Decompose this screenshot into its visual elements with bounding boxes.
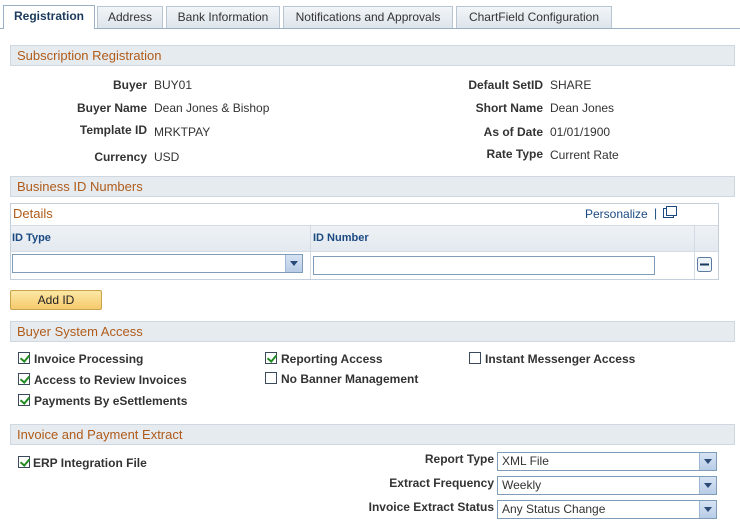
chevron-down-icon[interactable]	[699, 477, 716, 494]
review-invoices-label: Access to Review Invoices	[34, 373, 187, 387]
invoice-extract-status-value: Any Status Change	[502, 502, 606, 516]
invoice-processing-checkbox[interactable]	[18, 352, 30, 364]
grid-header: Details Personalize |	[11, 204, 718, 224]
instant-messenger-access-label: Instant Messenger Access	[485, 352, 636, 366]
no-banner-management-checkbox[interactable]	[265, 372, 277, 384]
report-type-select[interactable]: XML File	[497, 452, 717, 471]
buyer-label: Buyer	[112, 78, 147, 92]
id-type-select[interactable]	[12, 254, 303, 273]
currency-label: Currency	[94, 150, 147, 164]
extract-frequency-label: Extract Frequency	[389, 476, 494, 490]
id-number-column-header[interactable]: ID Number	[313, 232, 369, 244]
invoice-extract-status-select[interactable]: Any Status Change	[497, 500, 717, 519]
tab-bar-divider	[0, 28, 740, 29]
payments-esettlements-checkbox[interactable]	[18, 394, 30, 406]
delete-row-icon[interactable]	[697, 257, 712, 272]
separator-bar: |	[654, 206, 658, 220]
id-type-column-header[interactable]: ID Type	[12, 232, 51, 244]
template-id-value: MRKTPAY	[154, 125, 211, 139]
invoice-extract-status-label: Invoice Extract Status	[368, 500, 494, 514]
tab-address[interactable]: Address	[97, 6, 163, 28]
grid-column-headers: ID Type ID Number	[11, 225, 718, 252]
invoice-processing-label: Invoice Processing	[34, 352, 144, 366]
column-divider	[694, 225, 695, 279]
grid-title: Details	[13, 206, 53, 221]
no-banner-management-label: No Banner Management	[281, 372, 419, 386]
tab-registration[interactable]: Registration	[3, 5, 95, 29]
buyer-value: BUY01	[154, 78, 193, 92]
tab-chartfield-configuration[interactable]: ChartField Configuration	[456, 6, 612, 28]
payments-esettlements-label: Payments By eSettlements	[34, 394, 188, 408]
short-name-value: Dean Jones	[550, 101, 615, 115]
erp-integration-file-label: ERP Integration File	[33, 456, 147, 470]
reporting-access-checkbox[interactable]	[265, 352, 277, 364]
default-setid-value: SHARE	[550, 78, 592, 92]
rate-type-label: Rate Type	[486, 147, 543, 161]
buyer-name-value: Dean Jones & Bishop	[154, 101, 270, 115]
default-setid-label: Default SetID	[468, 78, 543, 92]
tab-bank-information[interactable]: Bank Information	[166, 6, 280, 28]
reporting-access-label: Reporting Access	[281, 352, 383, 366]
rate-type-value: Current Rate	[550, 148, 619, 162]
extract-frequency-select[interactable]: Weekly	[497, 476, 717, 495]
as-of-date-label: As of Date	[483, 125, 543, 139]
tab-notifications-and-approvals[interactable]: Notifications and Approvals	[283, 6, 453, 28]
review-invoices-checkbox[interactable]	[18, 373, 30, 385]
report-type-value: XML File	[502, 454, 549, 468]
template-id-label: Template ID	[79, 123, 147, 137]
add-id-button[interactable]: Add ID	[10, 290, 102, 310]
column-divider	[310, 225, 311, 279]
as-of-date-value: 01/01/1900	[550, 125, 611, 139]
instant-messenger-access-checkbox[interactable]	[469, 352, 481, 364]
details-grid: Details Personalize | ID Type ID Number	[10, 203, 719, 280]
view-all-icon[interactable]	[663, 206, 677, 218]
id-number-input[interactable]	[313, 256, 655, 275]
buyer-name-label: Buyer Name	[76, 101, 147, 115]
section-buyer-system-access: Buyer System Access	[10, 321, 735, 342]
personalize-link[interactable]: Personalize	[585, 207, 648, 221]
chevron-down-icon[interactable]	[285, 255, 302, 272]
section-subscription-registration: Subscription Registration	[10, 45, 735, 66]
section-business-id-numbers: Business ID Numbers	[10, 176, 735, 197]
section-invoice-and-payment-extract: Invoice and Payment Extract	[10, 424, 735, 445]
chevron-down-icon[interactable]	[699, 453, 716, 470]
report-type-label: Report Type	[424, 452, 494, 466]
tab-bar: Registration Address Bank Information No…	[0, 0, 740, 29]
short-name-label: Short Name	[475, 101, 543, 115]
erp-integration-file-checkbox[interactable]	[18, 456, 30, 468]
currency-value: USD	[154, 150, 180, 164]
chevron-down-icon[interactable]	[699, 501, 716, 518]
extract-frequency-value: Weekly	[502, 478, 542, 492]
